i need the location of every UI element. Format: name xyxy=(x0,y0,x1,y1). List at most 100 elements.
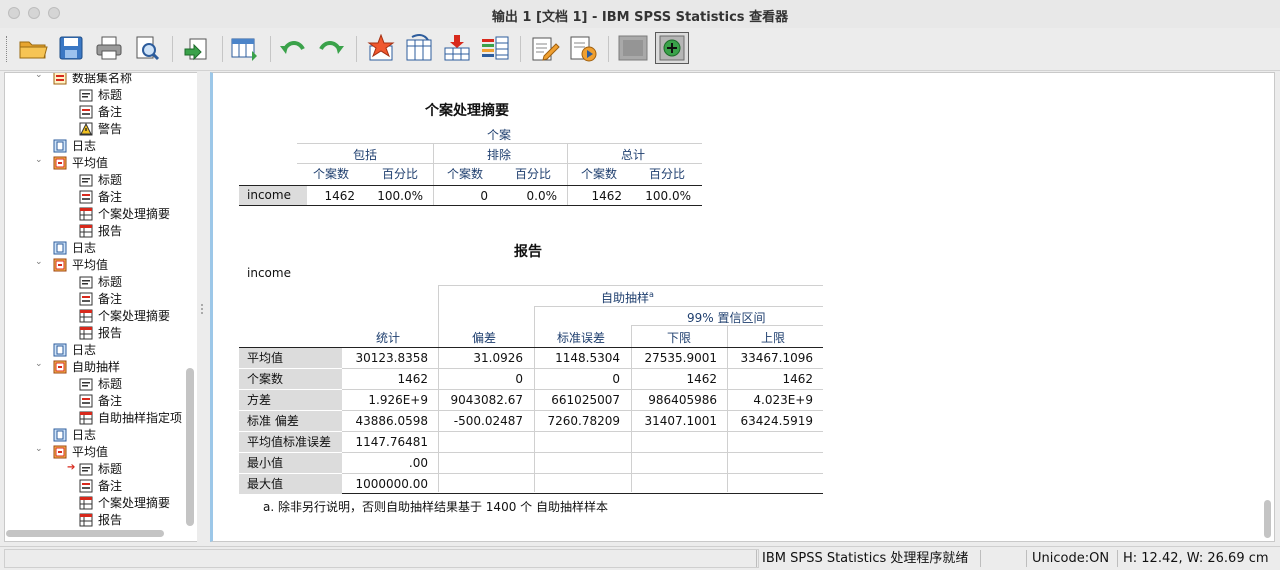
summary-cell: 1462 xyxy=(324,189,355,203)
collapse-caret-icon[interactable]: ⌄ xyxy=(35,444,43,454)
tree-item[interactable]: 标题 xyxy=(79,460,122,477)
report-col-header: 上限 xyxy=(761,331,786,345)
open-button[interactable] xyxy=(16,32,50,64)
summary-group-total: 总计 xyxy=(621,148,646,162)
tree-item[interactable]: 报告 xyxy=(79,324,122,341)
notes-icon xyxy=(79,479,93,492)
summary-group-excluded: 排除 xyxy=(487,148,512,162)
summary-subheader: 个案数 xyxy=(313,167,350,181)
tree-item[interactable]: 标题 xyxy=(79,273,122,290)
show-button[interactable] xyxy=(655,32,689,64)
toolbar-grip[interactable] xyxy=(6,36,10,62)
report-cell: 0 xyxy=(515,372,523,386)
tree-item[interactable]: 个案处理摘要 xyxy=(79,307,170,324)
tree-item[interactable]: 备注 xyxy=(79,290,122,307)
toolbar-separator xyxy=(270,36,271,62)
report-title: 报告 xyxy=(514,244,542,260)
save-button[interactable] xyxy=(54,32,88,64)
content-vertical-scrollbar[interactable] xyxy=(1264,500,1271,538)
tree-item[interactable]: 平均值 xyxy=(53,443,108,460)
table-icon xyxy=(79,326,93,339)
open-folder-icon xyxy=(19,41,48,59)
collapse-caret-icon[interactable]: ⌄ xyxy=(35,155,43,165)
output-pane: 个案处理摘要 个案 包括 排除 总计 个案数 百分比 个案数 百分比 个案数 百… xyxy=(210,72,1275,542)
table-icon xyxy=(79,224,93,237)
tree-item[interactable]: 日志 xyxy=(53,137,96,154)
pane-splitter[interactable] xyxy=(197,72,209,542)
report-cell: .00 xyxy=(408,456,428,470)
variables-icon xyxy=(482,36,509,60)
status-empty-pane xyxy=(4,549,759,568)
notes-icon xyxy=(79,105,93,118)
tree-item[interactable]: 报告 xyxy=(79,222,122,239)
log-icon xyxy=(53,241,67,254)
report-cell: 9043082.67 xyxy=(450,393,523,407)
tree-item[interactable]: 报告 xyxy=(79,511,122,528)
tree-item-label: 备注 xyxy=(98,394,123,408)
log-icon xyxy=(53,343,67,356)
procedure-icon xyxy=(53,360,67,373)
tree-item[interactable]: 备注 xyxy=(79,477,122,494)
edit-output-icon xyxy=(532,37,560,61)
print-button[interactable] xyxy=(92,32,126,64)
tree-item[interactable]: 个案处理摘要 xyxy=(79,494,170,511)
tree-item[interactable]: 备注 xyxy=(79,103,122,120)
tree-item[interactable]: 日志 xyxy=(53,239,96,256)
undo-button[interactable] xyxy=(276,32,310,64)
table-icon xyxy=(79,496,93,509)
hide-button[interactable] xyxy=(616,32,650,64)
summary-cases-header: 个案 xyxy=(487,128,512,142)
tree-item[interactable]: 标题 xyxy=(79,171,122,188)
export-button[interactable] xyxy=(180,32,214,64)
tree-item-label: 报告 xyxy=(98,224,123,238)
insert-cases-button[interactable] xyxy=(440,32,474,64)
tree-horizontal-scrollbar[interactable] xyxy=(6,530,164,537)
tree-item-label: 平均值 xyxy=(72,445,109,459)
tree-vertical-scrollbar[interactable] xyxy=(186,368,194,526)
redo-button[interactable] xyxy=(314,32,348,64)
tree-item[interactable]: 自助抽样 xyxy=(53,358,120,375)
variables-button[interactable] xyxy=(478,32,512,64)
toolbar xyxy=(0,28,1280,71)
collapse-caret-icon[interactable]: ⌄ xyxy=(35,257,43,267)
tree-item[interactable]: 日志 xyxy=(53,426,96,443)
tree-item[interactable]: 日志 xyxy=(53,341,96,358)
report-col-header: 偏差 xyxy=(472,331,497,345)
tree-item[interactable]: 个案处理摘要 xyxy=(79,205,170,222)
tree-item[interactable]: 标题 xyxy=(79,375,122,392)
report-cell: 1147.76481 xyxy=(355,435,428,449)
tree-item-label: 警告 xyxy=(98,122,123,136)
tree-item[interactable]: 平均值 xyxy=(53,154,108,171)
tree-item[interactable]: 平均值 xyxy=(53,256,108,273)
collapse-caret-icon[interactable]: ⌄ xyxy=(35,359,43,369)
table-icon xyxy=(79,309,93,322)
tree-item[interactable]: 备注 xyxy=(79,392,122,409)
goto-data-button[interactable] xyxy=(228,32,262,64)
log-icon xyxy=(53,139,67,152)
report-cell: 1148.5304 xyxy=(555,351,620,365)
summary-subheader: 百分比 xyxy=(649,167,686,181)
goto-case-icon xyxy=(367,34,395,61)
report-cell: 1462 xyxy=(782,372,813,386)
report-variable: income xyxy=(247,266,291,280)
collapse-caret-icon[interactable]: ⌄ xyxy=(35,73,43,80)
edit-output-button[interactable] xyxy=(528,32,562,64)
tree-item[interactable]: 自助抽样指定项 xyxy=(79,409,182,426)
title-bar: 输出 1 [文档 1] - IBM SPSS Statistics 查看器 xyxy=(0,0,1280,29)
insert-cases-icon xyxy=(444,35,470,61)
tree-item[interactable]: 警告 xyxy=(79,120,122,137)
report-col-header: 统计 xyxy=(376,331,401,345)
print-preview-button[interactable] xyxy=(130,32,164,64)
goto-variable-button[interactable] xyxy=(402,32,436,64)
summary-cell: 100.0% xyxy=(377,189,423,203)
tree-item[interactable]: 数据集名称 xyxy=(53,73,132,86)
tree-item-label: 自助抽样 xyxy=(72,360,121,374)
goto-case-button[interactable] xyxy=(364,32,398,64)
tree-item[interactable]: 备注 xyxy=(79,188,122,205)
tree-item[interactable]: 标题 xyxy=(79,86,122,103)
summary-subheader: 个案数 xyxy=(581,167,618,181)
summary-cell: 0 xyxy=(480,189,488,203)
run-script-button[interactable] xyxy=(566,32,600,64)
window-title: 输出 1 [文档 1] - IBM SPSS Statistics 查看器 xyxy=(491,10,789,25)
report-col-header: 标准误差 xyxy=(557,331,606,345)
